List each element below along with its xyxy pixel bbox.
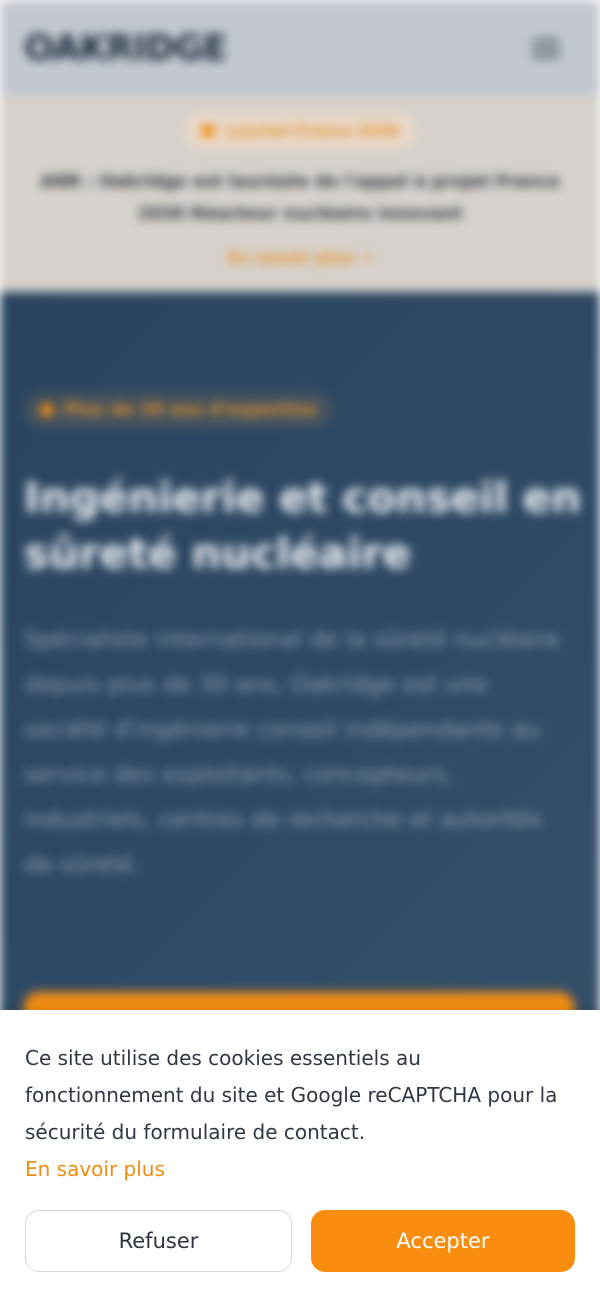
hero-badge-label: Plus de 30 ans d'expertise (64, 400, 317, 420)
hero-title: Ingénierie et conseil en sûreté nucléair… (24, 473, 582, 578)
badge-dot-icon (40, 403, 54, 417)
announcement-bar: Lauréat France 2030 ANR : Oakridge est l… (0, 96, 600, 292)
announcement-badge: Lauréat France 2030 (185, 114, 415, 148)
announcement-link[interactable]: En savoir plus → (0, 248, 600, 267)
announcement-badge-label: Lauréat France 2030 (225, 122, 399, 140)
hamburger-menu-icon[interactable] (532, 38, 560, 58)
hero-section: Plus de 30 ans d'expertise Ingénierie et… (0, 292, 600, 1092)
location-pin-icon (201, 124, 216, 138)
hero-badge: Plus de 30 ans d'expertise (24, 392, 333, 428)
hero-description: Spécialiste international de la sûreté n… (24, 627, 560, 878)
site-header: OAKRIDGE (0, 0, 600, 96)
cookie-learn-more-link[interactable]: En savoir plus (25, 1151, 165, 1188)
accept-cookies-button[interactable]: Accepter (311, 1210, 575, 1272)
cookie-banner-text: Ce site utilise des cookies essentiels a… (25, 1046, 558, 1144)
blurred-page-content: OAKRIDGE Lauréat France 2030 ANR : Oakri… (0, 0, 600, 1092)
refuse-cookies-button[interactable]: Refuser (25, 1210, 292, 1272)
announcement-text: ANR : Oakridge est lauréate de l'appel à… (40, 172, 560, 224)
site-logo[interactable]: OAKRIDGE (24, 28, 228, 69)
